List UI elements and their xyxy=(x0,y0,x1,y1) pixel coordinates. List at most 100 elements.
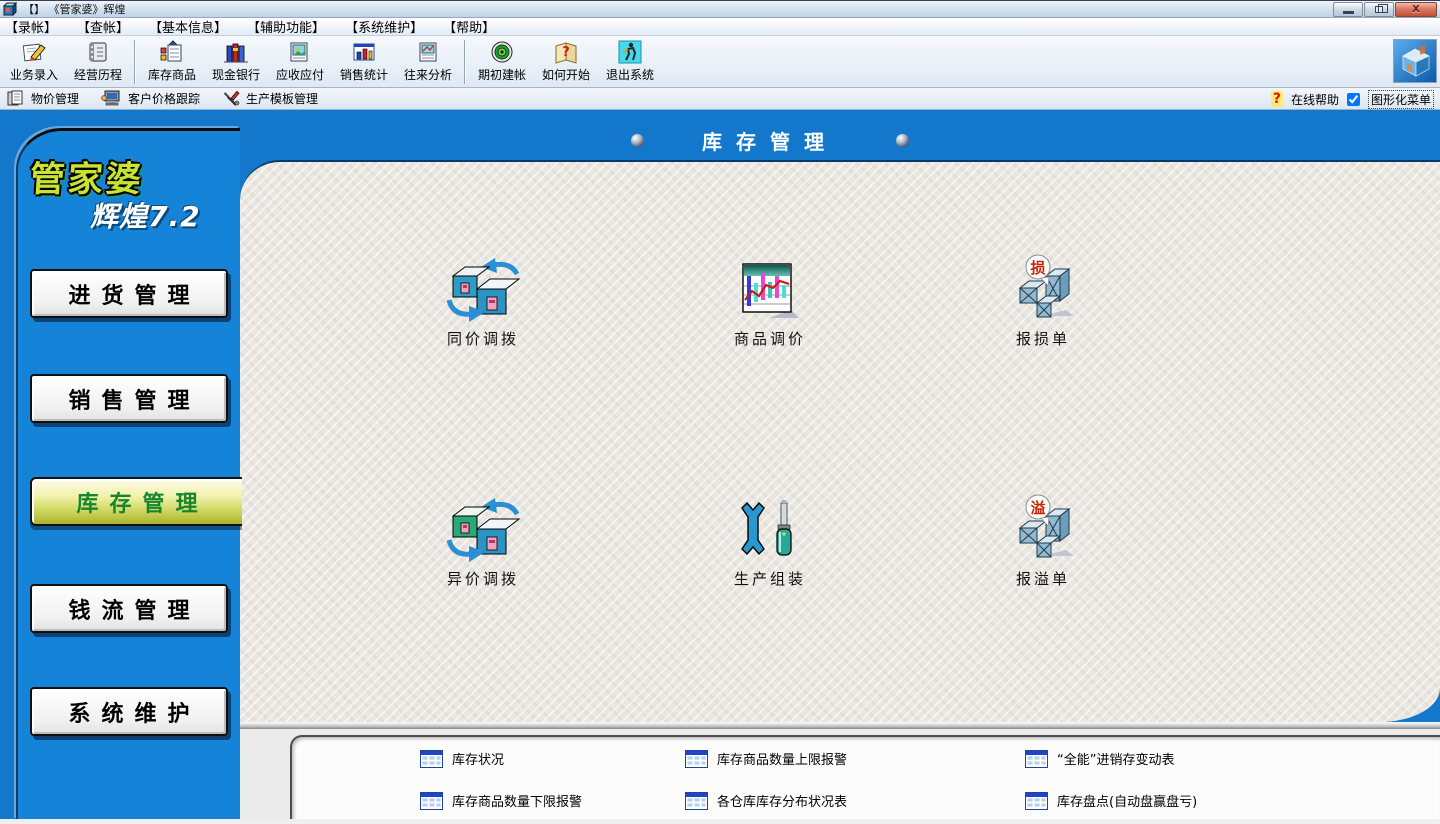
report-link-lower-limit-alert[interactable]: 库存商品数量下限报警 xyxy=(420,791,582,810)
svg-text:?: ? xyxy=(562,45,570,60)
price-management-icon xyxy=(6,90,26,107)
sphere-ornament-icon xyxy=(896,134,909,147)
toolbar-button-receivable-payable[interactable]: 应收应付 xyxy=(268,38,332,86)
toolbar-button-price-management[interactable]: 物价管理 xyxy=(6,90,79,107)
toolbar-button-sales-stats[interactable]: 销售统计 xyxy=(332,38,396,86)
inventory-goods-icon xyxy=(159,40,185,64)
toolbar-button-exit-system[interactable]: 退出系统 xyxy=(598,38,662,86)
app-window: 【】 《管家婆》辉煌 X 【录帐】 【查帐】 【基本信息】 【辅助功能】 【系统… xyxy=(0,0,1440,824)
report-link-inventory-status[interactable]: 库存状况 xyxy=(420,749,504,768)
online-help-button[interactable]: 在线帮助 xyxy=(1291,91,1339,108)
warehouse-transfer-diff-icon xyxy=(441,498,525,564)
menu-item-system-maintenance[interactable]: 【系统维护】 xyxy=(345,17,423,36)
table-icon xyxy=(420,750,443,768)
menu-item-aux-functions[interactable]: 【辅助功能】 xyxy=(247,17,325,36)
cube-3d-icon xyxy=(1394,40,1436,82)
production-template-icon xyxy=(222,90,241,107)
app-icon-goods-price-adjust[interactable]: 商品调价 xyxy=(692,258,848,349)
menu-item-query[interactable]: 【查帐】 xyxy=(77,17,129,36)
window-title: 【】 《管家婆》辉煌 xyxy=(23,1,126,17)
overflow-boxes-icon: 溢 xyxy=(1008,494,1078,564)
toolbar-button-transaction-analysis[interactable]: 往来分析 xyxy=(396,38,460,86)
toolbar-button-customer-price-tracking[interactable]: 客户价格跟踪 xyxy=(101,90,200,107)
close-button[interactable]: X xyxy=(1395,2,1437,17)
sidebar-item-purchase-management[interactable]: 进货管理 xyxy=(30,269,228,318)
toolbar-separator xyxy=(464,40,466,84)
menu-item-basic-info[interactable]: 【基本信息】 xyxy=(149,17,227,36)
report-link-omnipotent-change-table[interactable]: “全能”进销存变动表 xyxy=(1025,749,1174,768)
main-toolbar: 业务录入 经营历程 库存商品 xyxy=(0,36,1440,88)
restore-icon xyxy=(1375,6,1383,13)
content-area: 库存管理 xyxy=(0,110,1440,824)
app-icon-overflow-report[interactable]: 溢 报溢单 xyxy=(965,494,1121,589)
app-icon-diff-price-transfer[interactable]: 异价调拨 xyxy=(405,498,561,589)
app-icon-label: 异价调拨 xyxy=(405,568,561,589)
online-help-icon: ? xyxy=(1271,91,1283,107)
restore-button[interactable] xyxy=(1364,2,1394,17)
loss-badge-char: 损 xyxy=(1030,259,1045,277)
graphical-menu-checkbox[interactable] xyxy=(1347,93,1360,106)
toolbar-button-inventory-goods[interactable]: 库存商品 xyxy=(140,38,204,86)
app-icon-label: 同价调拨 xyxy=(405,328,561,349)
app-icon-label: 商品调价 xyxy=(692,328,848,349)
toolbar-button-business-entry[interactable]: 业务录入 xyxy=(2,38,66,86)
sidebar-item-sales-management[interactable]: 销售管理 xyxy=(30,374,228,423)
table-icon xyxy=(1025,750,1048,768)
toolbar-button-initial-setup[interactable]: 期初建帐 xyxy=(470,38,534,86)
loss-boxes-icon: 损 xyxy=(1008,254,1078,324)
toolbar-button-business-history[interactable]: 经营历程 xyxy=(66,38,130,86)
window-controls: X xyxy=(1333,2,1437,17)
page-title: 库存管理 xyxy=(702,126,838,155)
sidebar: 管家婆 辉煌7.2 进货管理 销售管理 库存管理 钱流管理 系统维护 xyxy=(16,128,240,820)
icon-panel: 同价调拨 xyxy=(240,160,1440,722)
toolbar-separator xyxy=(134,40,136,84)
secondary-toolbar: 物价管理 客户价格跟踪 生产模板管理 ? 在线帮助 xyxy=(0,88,1440,110)
sidebar-item-inventory-management[interactable]: 库存管理 xyxy=(30,477,242,526)
minimize-button[interactable] xyxy=(1333,2,1363,17)
initial-setup-icon xyxy=(489,40,515,64)
table-icon xyxy=(685,750,708,768)
exit-system-icon xyxy=(617,40,643,64)
customer-price-tracking-icon xyxy=(101,90,123,107)
app-icon-label: 生产组装 xyxy=(692,568,848,589)
toolbar-button-how-to-start[interactable]: ? 如何开始 xyxy=(534,38,598,86)
report-link-warehouse-distribution[interactable]: 各仓库库存分布状况表 xyxy=(685,791,847,810)
receivable-payable-icon xyxy=(287,40,313,64)
sidebar-item-system-maintenance[interactable]: 系统维护 xyxy=(30,687,228,736)
app-icon xyxy=(3,2,17,16)
cash-bank-icon xyxy=(223,40,249,64)
sales-stats-icon xyxy=(351,40,377,64)
how-to-start-icon: ? xyxy=(553,40,579,64)
tools-icon xyxy=(739,498,801,564)
bottom-edge-strip xyxy=(0,819,1440,824)
report-panel: 库存状况 库存商品数量上限报警 xyxy=(290,735,1440,824)
brand-cube-logo[interactable] xyxy=(1393,39,1437,83)
toolbar-button-production-template[interactable]: 生产模板管理 xyxy=(222,90,318,107)
toolbar-button-cash-bank[interactable]: 现金银行 xyxy=(204,38,268,86)
table-icon xyxy=(685,792,708,810)
business-history-icon xyxy=(85,40,111,64)
overflow-badge-char: 溢 xyxy=(1030,499,1045,517)
report-link-stocktaking[interactable]: 库存盘点(自动盘赢盘亏) xyxy=(1025,791,1197,810)
price-chart-icon xyxy=(739,258,801,324)
brand-logo-line2: 辉煌7.2 xyxy=(90,195,201,235)
table-icon xyxy=(1025,792,1048,810)
table-icon xyxy=(420,792,443,810)
business-entry-icon xyxy=(21,40,47,64)
warehouse-transfer-icon xyxy=(441,258,525,324)
app-icon-label: 报损单 xyxy=(965,328,1121,349)
title-bar: 【】 《管家婆》辉煌 X xyxy=(0,0,1440,18)
sidebar-item-cashflow-management[interactable]: 钱流管理 xyxy=(30,584,228,633)
close-icon: X xyxy=(1412,4,1420,15)
minimize-icon xyxy=(1343,11,1354,14)
menu-item-help[interactable]: 【帮助】 xyxy=(443,17,495,36)
menu-bar: 【录帐】 【查帐】 【基本信息】 【辅助功能】 【系统维护】 【帮助】 xyxy=(0,18,1440,36)
app-icon-loss-report[interactable]: 损 报损单 xyxy=(965,254,1121,349)
graphical-menu-label[interactable]: 图形化菜单 xyxy=(1368,90,1434,109)
report-link-upper-limit-alert[interactable]: 库存商品数量上限报警 xyxy=(685,749,847,768)
section-heading: 库存管理 xyxy=(631,126,909,155)
menu-item-record[interactable]: 【录帐】 xyxy=(5,17,57,36)
app-icon-same-price-transfer[interactable]: 同价调拨 xyxy=(405,258,561,349)
app-icon-production-assembly[interactable]: 生产组装 xyxy=(692,498,848,589)
horizontal-separator xyxy=(240,722,1440,729)
